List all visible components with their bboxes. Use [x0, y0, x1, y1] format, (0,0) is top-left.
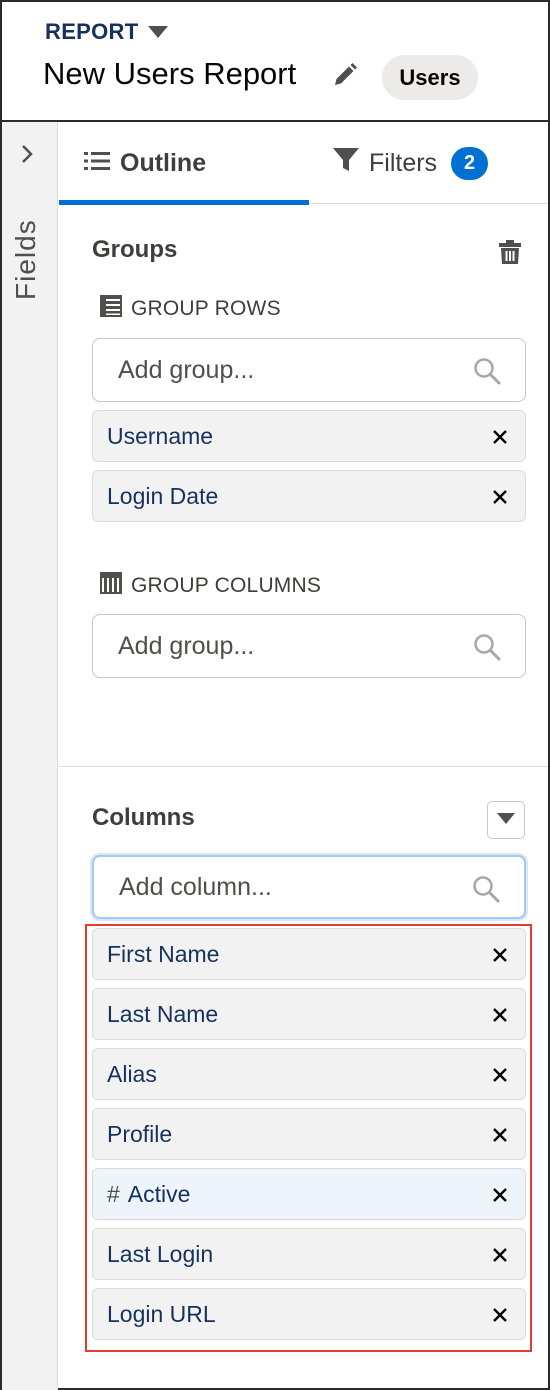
column-pill-active[interactable]: # Active	[92, 1168, 526, 1220]
column-label: Active	[127, 1180, 191, 1207]
add-group-rows-search[interactable]	[92, 338, 526, 402]
group-row-label: Login Date	[107, 482, 219, 509]
column-label: Last Name	[107, 1000, 219, 1027]
close-icon[interactable]	[489, 426, 511, 448]
funnel-filter-icon	[333, 147, 359, 180]
group-columns-label: GROUP COLUMNS	[131, 574, 322, 597]
close-icon[interactable]	[489, 944, 511, 966]
add-group-rows-input[interactable]	[118, 355, 458, 385]
groups-heading: Groups	[92, 236, 178, 263]
group-columns-heading: GROUP COLUMNS	[99, 571, 321, 601]
close-icon[interactable]	[489, 1124, 511, 1146]
report-type-badge: Users	[382, 55, 478, 100]
fields-label: Fields	[10, 219, 41, 300]
close-icon[interactable]	[489, 1184, 511, 1206]
add-column-input[interactable]	[119, 872, 459, 902]
object-type-menu[interactable]: REPORT	[45, 19, 169, 45]
column-pill-login-url[interactable]: Login URL	[92, 1288, 526, 1340]
column-label: Profile	[107, 1120, 173, 1147]
tab-filters[interactable]: Filters 2	[333, 122, 533, 204]
filter-count-badge: 2	[451, 146, 489, 180]
columns-table-icon	[99, 571, 123, 601]
tab-outline[interactable]: Outline	[59, 122, 309, 205]
column-label: Alias	[107, 1060, 157, 1087]
close-icon[interactable]	[489, 1244, 511, 1266]
close-icon[interactable]	[489, 486, 511, 508]
column-label: First Name	[107, 940, 220, 967]
caret-down-icon	[148, 26, 169, 38]
trash-icon[interactable]	[499, 240, 521, 269]
close-icon[interactable]	[489, 1004, 511, 1026]
list-icon	[84, 149, 110, 178]
report-builder-window: REPORT New Users Report Users Fields Out…	[0, 0, 550, 1390]
column-pill-last-name[interactable]: Last Name	[92, 988, 526, 1040]
column-label: Login URL	[107, 1300, 216, 1327]
panel-tabs: Outline Filters 2	[59, 122, 548, 205]
close-icon[interactable]	[489, 1304, 511, 1326]
group-rows-heading: GROUP ROWS	[99, 294, 281, 324]
column-label: Last Login	[107, 1240, 214, 1267]
add-group-columns-input[interactable]	[118, 631, 458, 661]
tab-filters-label: Filters	[369, 148, 438, 177]
group-rows-label: GROUP ROWS	[131, 297, 281, 320]
search-icon	[472, 875, 500, 908]
search-icon	[473, 633, 501, 666]
tab-outline-label: Outline	[120, 148, 207, 177]
column-pill-alias[interactable]: Alias	[92, 1048, 526, 1100]
object-type-label: REPORT	[45, 19, 139, 44]
numeric-field-icon: #	[107, 1180, 120, 1207]
chevron-right-icon	[20, 144, 34, 169]
rows-table-icon	[99, 294, 123, 324]
column-pill-profile[interactable]: Profile	[92, 1108, 526, 1160]
group-row-pill-login-date[interactable]: Login Date	[92, 470, 526, 522]
close-icon[interactable]	[489, 1064, 511, 1086]
columns-menu-button[interactable]	[487, 801, 525, 839]
outline-panel: Groups GROUP ROWS Add group... Username …	[59, 204, 548, 1390]
column-pill-first-name[interactable]: First Name	[92, 928, 526, 980]
add-column-search[interactable]	[92, 855, 526, 919]
columns-heading: Columns	[92, 804, 195, 831]
search-icon	[473, 357, 501, 390]
section-divider	[59, 766, 548, 767]
report-title: New Users Report	[43, 56, 297, 91]
column-pill-last-login[interactable]: Last Login	[92, 1228, 526, 1280]
fields-panel-toggle[interactable]: Fields	[2, 122, 58, 1390]
pencil-edit-icon[interactable]	[332, 62, 358, 88]
group-row-pill-username[interactable]: Username	[92, 410, 526, 462]
group-row-label: Username	[107, 422, 214, 449]
add-group-columns-search[interactable]	[92, 614, 526, 678]
caret-down-icon	[497, 811, 515, 829]
report-header: REPORT New Users Report Users	[2, 2, 548, 122]
